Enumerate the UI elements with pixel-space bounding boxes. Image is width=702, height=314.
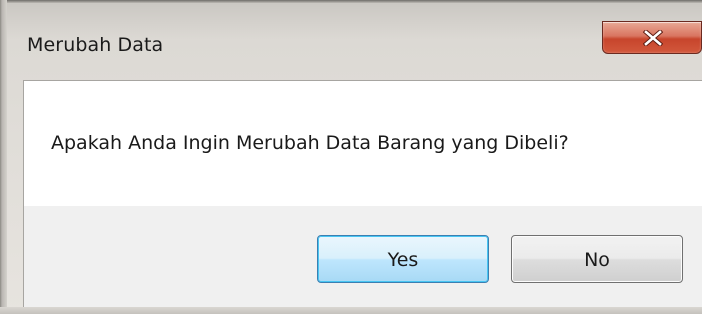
button-bar: Yes No xyxy=(24,206,702,308)
message-dialog: Merubah Data Apakah Anda Ingin Merubah D… xyxy=(0,0,702,314)
dialog-body: Apakah Anda Ingin Merubah Data Barang ya… xyxy=(23,80,702,308)
window-left-edge xyxy=(0,0,7,314)
message-text: Apakah Anda Ingin Merubah Data Barang ya… xyxy=(51,132,569,154)
window-bottom-edge xyxy=(0,307,702,314)
close-icon xyxy=(643,30,663,46)
no-button[interactable]: No xyxy=(511,235,683,283)
yes-button[interactable]: Yes xyxy=(317,235,489,283)
window-title: Merubah Data xyxy=(27,34,164,56)
title-bar[interactable]: Merubah Data xyxy=(7,3,702,79)
message-area: Apakah Anda Ingin Merubah Data Barang ya… xyxy=(24,81,702,206)
close-button[interactable] xyxy=(602,21,702,54)
